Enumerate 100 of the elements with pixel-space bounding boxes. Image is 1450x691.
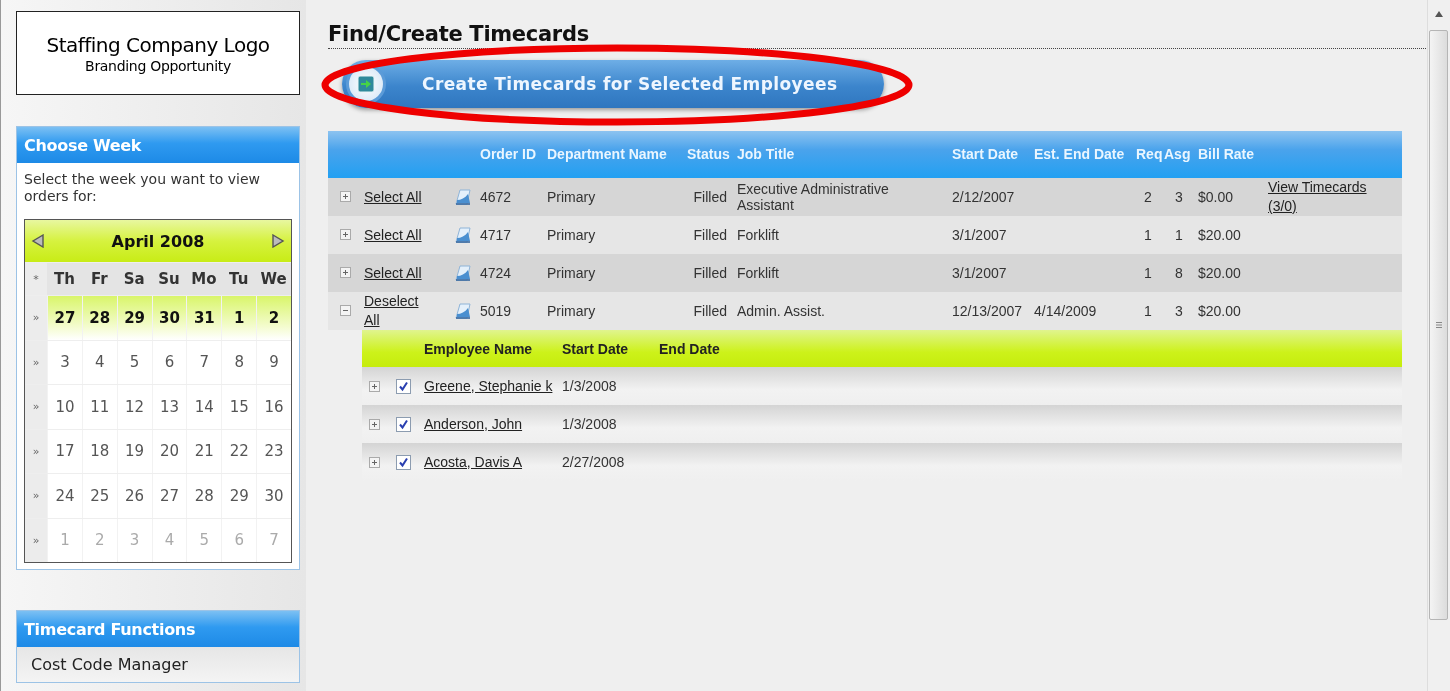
week-selector[interactable]: » <box>25 296 47 340</box>
day-cell[interactable]: 13 <box>151 385 187 429</box>
asg-cell: 3 <box>1162 292 1196 330</box>
job-title-cell: Forklift <box>735 254 950 292</box>
week-selector[interactable]: » <box>25 385 47 429</box>
day-cell[interactable]: 31 <box>186 296 222 340</box>
day-cell[interactable]: 8 <box>221 340 257 384</box>
day-cell[interactable]: 29 <box>221 474 257 518</box>
day-cell[interactable]: 28 <box>186 474 222 518</box>
checkbox[interactable] <box>396 416 411 432</box>
day-cell[interactable]: 30 <box>151 296 187 340</box>
month-title: April 2008 <box>111 231 205 251</box>
column-header: Department Name <box>545 131 685 178</box>
day-cell[interactable]: 16 <box>256 385 291 429</box>
logo-subtitle: Branding Opportunity <box>85 57 231 74</box>
day-cell[interactable]: 29 <box>116 296 152 340</box>
weekday-label: Mo <box>190 269 218 290</box>
day-cell[interactable]: 27 <box>151 474 187 518</box>
day-cell[interactable]: 28 <box>81 296 117 340</box>
expand-icon[interactable] <box>340 191 351 202</box>
weekday-label: Th <box>52 269 76 290</box>
order-id: 4672 <box>478 178 545 216</box>
department-cell: Primary <box>545 178 685 216</box>
previous-month-icon[interactable] <box>31 234 45 248</box>
weekday-label: We <box>259 269 288 290</box>
day-cell[interactable]: 18 <box>81 429 117 473</box>
day-cell[interactable]: 14 <box>186 385 222 429</box>
day-cell[interactable]: 23 <box>256 429 291 473</box>
start-date-cell: 12/13/2007 <box>950 292 1032 330</box>
start-date-cell: 1/3/2008 <box>562 405 659 443</box>
week-selector[interactable]: » <box>25 518 47 562</box>
panel-header: Timecard Functions <box>17 611 299 647</box>
job-title-cell: Admin. Assist. <box>735 292 950 330</box>
day-cell[interactable]: 21 <box>186 429 222 473</box>
expand-icon[interactable] <box>369 380 380 392</box>
day-cell[interactable]: 12 <box>116 385 152 429</box>
day-cell[interactable]: 20 <box>151 429 187 473</box>
asg-cell: 1 <box>1162 216 1196 254</box>
day-cell[interactable]: 7 <box>186 340 222 384</box>
day-cell[interactable]: 9 <box>256 340 291 384</box>
bill-rate-cell: $20.00 <box>1196 216 1262 254</box>
day-cell[interactable]: 17 <box>47 429 82 473</box>
day-cell[interactable]: 6 <box>151 340 187 384</box>
expand-icon[interactable] <box>369 456 380 468</box>
day-cell[interactable]: 3 <box>47 340 82 384</box>
collapse-icon[interactable] <box>340 305 351 316</box>
job-title-cell: Forklift <box>735 216 950 254</box>
day-cell[interactable]: 4 <box>81 340 117 384</box>
department-cell: Primary <box>545 216 685 254</box>
week-selector[interactable]: » <box>25 429 47 473</box>
day-cell[interactable]: 5 <box>116 340 152 384</box>
start-date-cell: 3/1/2007 <box>950 254 1032 292</box>
day-cell[interactable]: 2 <box>256 296 291 340</box>
menu-item[interactable]: Cost Code Manager <box>17 647 299 682</box>
day-cell[interactable]: 25 <box>81 474 117 518</box>
day-cell[interactable]: 11 <box>81 385 117 429</box>
day-cell[interactable]: 30 <box>256 474 291 518</box>
order-id: 4717 <box>478 216 545 254</box>
day-cell[interactable]: 26 <box>116 474 152 518</box>
day-cell[interactable]: 10 <box>47 385 82 429</box>
column-header: Req <box>1134 131 1162 178</box>
scrollbar[interactable] <box>1427 0 1450 691</box>
view-timecards-link[interactable]: View Timecards (3/0) <box>1268 178 1386 216</box>
status-cell: Filled <box>685 254 735 292</box>
select-all-link[interactable]: Select All <box>364 187 422 207</box>
column-header: Start Date <box>950 131 1032 178</box>
status-cell: Filled <box>685 216 735 254</box>
start-date-cell: 2/12/2007 <box>950 178 1032 216</box>
column-header: Bill Rate <box>1196 131 1262 178</box>
select-all-link[interactable]: Select All <box>364 225 422 245</box>
week-selector[interactable]: » <box>25 340 47 384</box>
weekday-label: Fr <box>89 269 109 290</box>
day-cell[interactable]: 15 <box>221 385 257 429</box>
scroll-thumb[interactable] <box>1429 30 1448 620</box>
req-cell: 2 <box>1134 178 1162 216</box>
instructions-text: Select the week you want to view orders for: <box>24 171 262 205</box>
asg-cell: 8 <box>1162 254 1196 292</box>
department-cell: Primary <box>545 292 685 330</box>
week-selector[interactable]: » <box>25 474 47 518</box>
status-cell: Filled <box>685 178 735 216</box>
expand-icon[interactable] <box>340 229 351 240</box>
select-all-link[interactable]: Select All <box>364 263 422 283</box>
next-month-icon[interactable] <box>271 234 285 248</box>
day-cell[interactable]: 1 <box>221 296 257 340</box>
day-cell[interactable]: 24 <box>47 474 82 518</box>
scroll-up-icon[interactable] <box>1435 11 1443 17</box>
checkbox[interactable] <box>396 378 411 394</box>
day-cell[interactable]: 22 <box>221 429 257 473</box>
day-cell[interactable]: 19 <box>116 429 152 473</box>
status-cell: Filled <box>685 292 735 330</box>
weekday-label: Su <box>157 269 181 290</box>
expand-icon[interactable] <box>369 418 380 430</box>
start-date-cell: 3/1/2007 <box>950 216 1032 254</box>
order-id: 5019 <box>478 292 545 330</box>
req-cell: 1 <box>1134 216 1162 254</box>
order-id: 4724 <box>478 254 545 292</box>
select-all-link[interactable]: Deselect All <box>364 292 434 330</box>
day-cell[interactable]: 27 <box>47 296 82 340</box>
expand-icon[interactable] <box>340 267 351 278</box>
checkbox[interactable] <box>396 454 411 470</box>
